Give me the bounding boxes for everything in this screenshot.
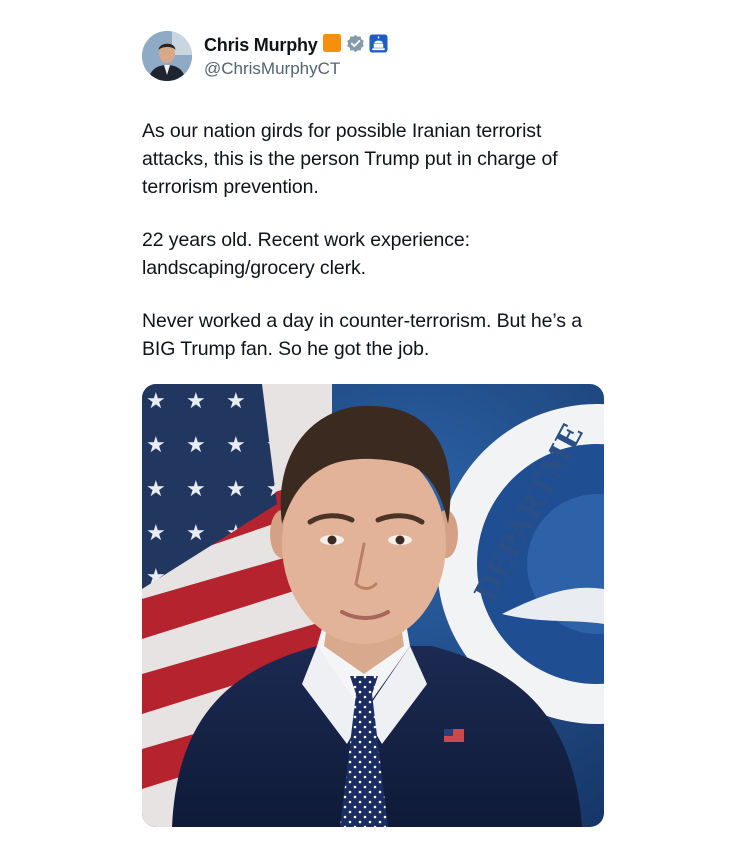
tweet-header: Chris Murphy @ChrisMurphyCT xyxy=(142,28,607,84)
tweet-text: As our nation girds for possible Iranian… xyxy=(142,117,607,363)
tweet-paragraph: 22 years old. Recent work experience: la… xyxy=(142,229,470,279)
handle[interactable]: @ChrisMurphyCT xyxy=(204,59,388,79)
orange-square-emoji xyxy=(322,33,342,58)
avatar[interactable] xyxy=(142,31,192,81)
capitol-building-icon[interactable] xyxy=(369,33,388,58)
author-info: Chris Murphy @ChrisMurphyCT xyxy=(204,33,388,79)
name-row: Chris Murphy xyxy=(204,33,388,58)
tweet-card: Chris Murphy @ChrisMurphyCT As our natio… xyxy=(142,28,607,363)
verified-icon[interactable] xyxy=(346,34,365,58)
tweet-paragraph: Never worked a day in counter-terrorism.… xyxy=(142,310,582,360)
tweet-paragraph: As our nation girds for possible Iranian… xyxy=(142,120,558,198)
tweet-photo[interactable]: ★ DEPARTME xyxy=(142,384,604,827)
display-name[interactable]: Chris Murphy xyxy=(204,35,318,56)
